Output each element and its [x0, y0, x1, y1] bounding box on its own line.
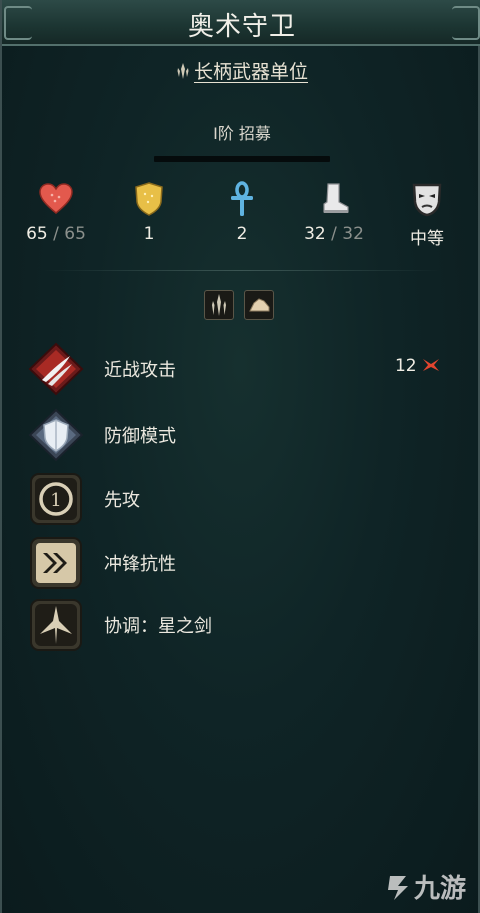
ability-label: 冲锋抗性 — [104, 554, 176, 575]
divider — [42, 270, 442, 271]
polearm-icon — [177, 63, 189, 79]
defense-mode-icon — [28, 408, 84, 462]
hp-current: 65 — [26, 224, 48, 244]
panel-header: 奥术守卫 — [2, 0, 480, 46]
ability-first-strike[interactable]: 1 先攻 — [28, 472, 458, 526]
unit-category-label: 长柄武器单位 — [193, 61, 308, 83]
shield-icon — [135, 182, 163, 216]
stats-row: 65 / 65 1 2 32 / 32 中等 — [2, 180, 480, 260]
ability-charge-resistance[interactable]: 冲锋抗性 — [28, 536, 458, 590]
svg-text:1: 1 — [50, 490, 61, 511]
boot-icon — [323, 183, 349, 213]
ability-label: 防御模式 — [104, 426, 176, 447]
mask-icon — [412, 183, 442, 217]
first-strike-icon: 1 — [30, 473, 82, 525]
watermark-logo: 九游 — [384, 868, 466, 905]
stat-resistance[interactable]: 2 — [202, 180, 282, 244]
ability-label: 协调：星之剑 — [104, 616, 212, 637]
tier-progress-bar — [154, 156, 330, 162]
resistance-value: 2 — [236, 224, 248, 244]
boot-trait-icon — [249, 298, 270, 312]
stat-hp[interactable]: 65 / 65 — [16, 180, 96, 244]
melee-damage: 12 — [395, 356, 440, 376]
ability-label: 先攻 — [104, 490, 140, 511]
damage-icon — [423, 359, 439, 371]
trait-boot[interactable] — [244, 290, 274, 320]
trait-polearm[interactable] — [204, 290, 234, 320]
armor-value: 1 — [143, 224, 155, 244]
charge-resistance-icon — [30, 537, 82, 589]
morale-value: 中等 — [410, 229, 444, 249]
heart-icon — [39, 183, 73, 214]
unit-info-panel: 奥术守卫 长柄武器单位 I阶 招募 65 / 65 1 2 32 / 32 中等… — [0, 0, 480, 913]
ability-melee-attack[interactable]: 近战攻击 12 — [28, 342, 458, 396]
star-sword-icon — [30, 599, 82, 651]
unit-category[interactable]: 长柄武器单位 — [2, 57, 480, 84]
polearm-trait-icon — [212, 294, 226, 316]
movement-current: 32 — [304, 224, 326, 244]
melee-attack-icon — [28, 342, 84, 396]
tier-recruit-label: I阶 招募 — [213, 124, 271, 143]
ankh-icon — [231, 181, 253, 216]
hp-max: / 65 — [53, 224, 86, 244]
stat-movement[interactable]: 32 / 32 — [294, 180, 374, 244]
ability-star-sword[interactable]: 协调：星之剑 — [28, 598, 458, 652]
ability-defense-mode[interactable]: 防御模式 — [28, 408, 458, 462]
ability-label: 近战攻击 — [104, 360, 176, 381]
stat-armor[interactable]: 1 — [109, 180, 189, 244]
stat-morale[interactable]: 中等 — [387, 180, 467, 249]
unit-name: 奥术守卫 — [187, 12, 296, 42]
watermark-icon — [387, 876, 408, 900]
movement-max: / 32 — [331, 224, 364, 244]
